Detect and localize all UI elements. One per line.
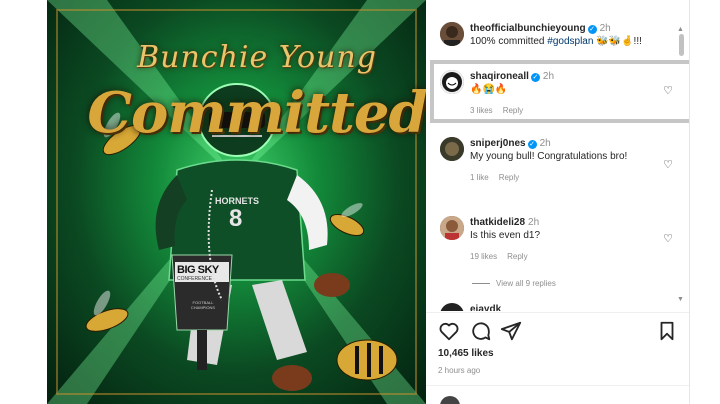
graphic-committed-text: Committed	[87, 80, 426, 146]
avatar[interactable]	[440, 22, 464, 46]
comment-username[interactable]: shaqironeall	[470, 71, 529, 82]
comments-scrollbar[interactable]: ▲ ▼	[677, 26, 685, 303]
graphic-name-text: Bunchie Young	[137, 40, 377, 75]
reply-link[interactable]: Reply	[507, 252, 527, 261]
comment-likes[interactable]: 3 likes	[470, 106, 493, 115]
avatar[interactable]	[440, 216, 464, 240]
bookmark-icon[interactable]	[656, 320, 678, 342]
avatar[interactable]	[440, 70, 464, 94]
comment-text: Is this even d1?	[470, 230, 541, 241]
like-count[interactable]: 10,465 likes	[438, 348, 494, 359]
section-divider	[426, 312, 689, 313]
avatar[interactable]	[440, 137, 464, 161]
comment-heart-icon[interactable]: ♡	[663, 84, 673, 97]
partial-comment: eiaydk	[440, 303, 680, 311]
heart-icon[interactable]	[438, 320, 460, 342]
scroll-down-arrow-icon[interactable]: ▼	[677, 296, 684, 303]
comment-username[interactable]: thatkideli28	[470, 217, 525, 228]
comment-text: 🔥😭🔥	[470, 84, 508, 95]
comment-username[interactable]: sniperj0nes	[470, 138, 526, 149]
partial-username[interactable]: eiaydk	[470, 303, 501, 311]
comment-time: 2h	[539, 138, 551, 149]
post-action-bar	[438, 320, 678, 344]
verified-badge-icon: ✓	[530, 73, 540, 82]
comment-time: 2h	[542, 71, 555, 82]
post-image[interactable]: Bunchie Young Committed HORNETS 8 BIG SK…	[47, 0, 426, 404]
jersey-number-text: 8	[229, 205, 243, 232]
caption-username[interactable]: theofficialbunchieyoung	[470, 23, 586, 34]
caption-time: 2h	[599, 23, 611, 34]
comment-time: 2h	[528, 217, 540, 228]
verified-badge-icon: ✓	[527, 140, 537, 149]
comment-icon[interactable]	[470, 320, 492, 342]
scroll-thumb[interactable]	[679, 34, 684, 56]
comment-likes[interactable]: 19 likes	[470, 252, 497, 261]
caption-hashtag[interactable]: #godsplan	[547, 36, 593, 47]
view-replies-text: View all 9 replies	[496, 279, 556, 288]
section-divider	[426, 385, 689, 386]
trophy-plate-text: FOOTBALL CHAMPIONS	[190, 300, 216, 310]
scroll-up-arrow-icon[interactable]: ▲	[677, 26, 684, 33]
comment-heart-icon[interactable]: ♡	[663, 158, 673, 171]
reply-link[interactable]: Reply	[503, 106, 523, 115]
caption-text: 100% committed	[470, 36, 548, 47]
trophy-sub-text: CONFERENCE	[177, 276, 213, 282]
post-timestamp: 2 hours ago	[438, 366, 481, 375]
reply-link[interactable]: Reply	[499, 173, 519, 182]
comment-likes[interactable]: 1 like	[470, 173, 489, 182]
comment-text: My young bull! Congratulations bro!	[470, 151, 628, 162]
caption-emoji: 🐝🐝🤞!!!	[596, 36, 642, 47]
comment-heart-icon[interactable]: ♡	[663, 232, 673, 245]
verified-badge-icon: ✓	[587, 25, 597, 34]
share-icon[interactable]	[500, 320, 522, 342]
trophy-brand-text: BIG SKY	[177, 264, 219, 276]
view-replies-link[interactable]: View all 9 replies	[472, 279, 556, 288]
right-gutter	[689, 0, 720, 404]
